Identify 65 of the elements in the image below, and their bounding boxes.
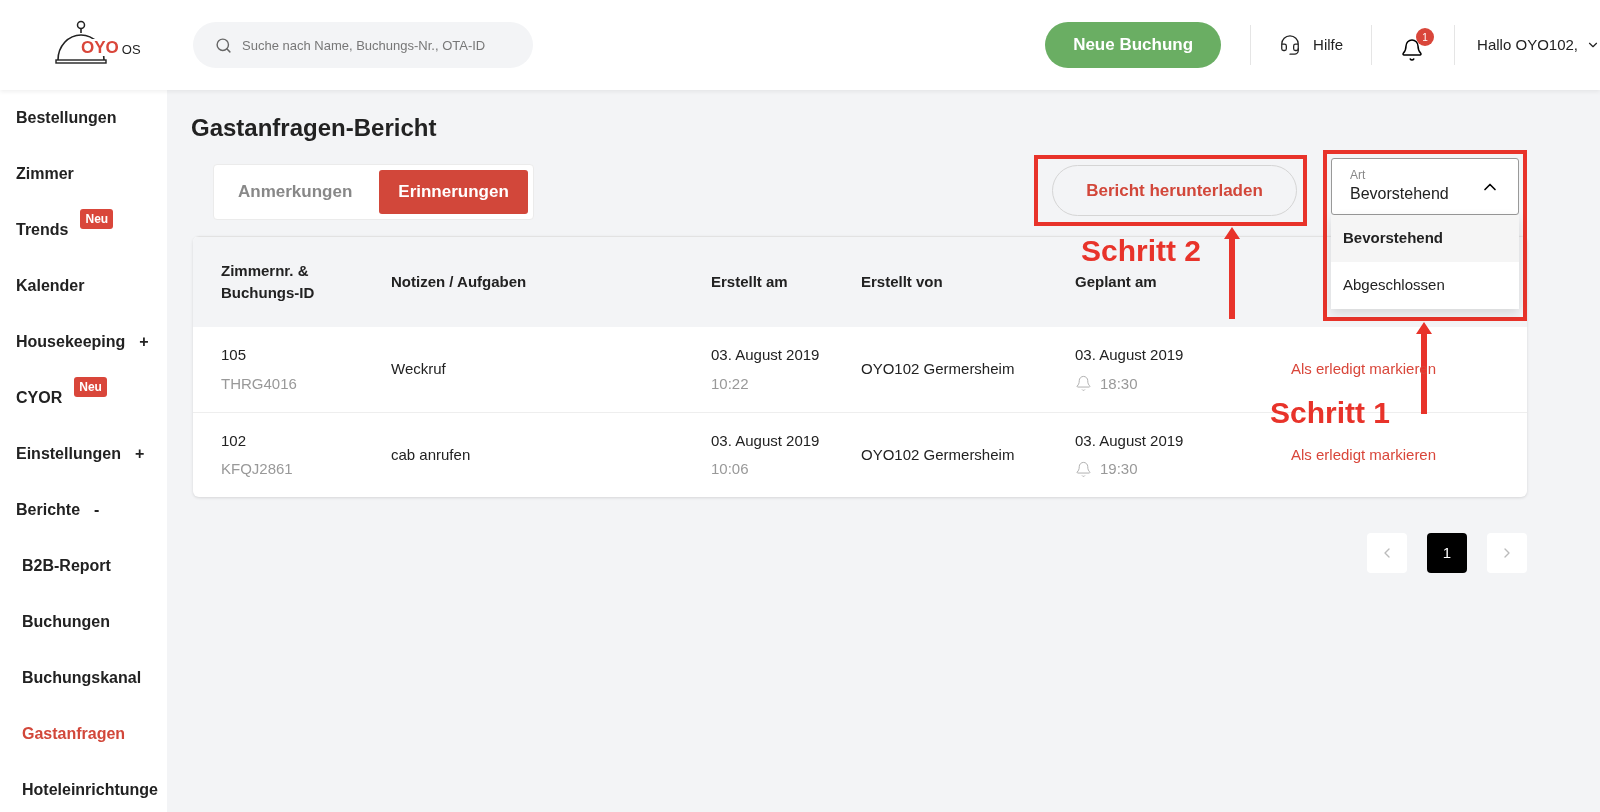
page-button[interactable]: 1 <box>1427 533 1467 573</box>
next-page-button[interactable] <box>1487 533 1527 573</box>
type-select[interactable]: Art Bevorstehend <box>1331 158 1519 215</box>
table-cell-text: 10:06 <box>711 459 750 479</box>
bell-icon <box>1400 38 1425 62</box>
table-cell-text: THRG4016 <box>221 373 298 394</box>
new-badge: Neu <box>74 377 107 397</box>
table-cell-text: OYO102 Germersheim <box>861 444 1016 465</box>
table-cell-text: 03. August 2019 <box>711 345 821 365</box>
table-cell-text: KFQJ2861 <box>221 459 294 479</box>
table-cell-text: OYO102 Germersheim <box>861 359 1016 380</box>
column-header: Erstellt von <box>861 271 944 292</box>
sidebar-item[interactable]: Hoteleinrichtunge <box>22 778 158 802</box>
user-menu[interactable]: Hallo OYO102, <box>1477 33 1600 57</box>
search-icon <box>215 37 232 54</box>
sidebar-item[interactable]: Zimmer <box>16 162 74 186</box>
logo[interactable]: OYO OS <box>55 20 141 70</box>
select-option[interactable]: Abgeschlossen <box>1331 262 1519 309</box>
bell-icon <box>1075 460 1092 478</box>
page-title: Gastanfragen-Bericht <box>191 113 438 143</box>
step-label: Schritt 2 <box>1081 233 1202 269</box>
sidebar-item[interactable]: Einstellungen <box>16 442 121 466</box>
notifications-button[interactable]: 1 <box>1396 28 1435 62</box>
sidebar-item[interactable]: Buchungskanal <box>22 666 142 690</box>
expand-toggle[interactable]: + <box>134 442 145 466</box>
sidebar-item[interactable]: Housekeeping <box>16 330 126 354</box>
notification-count: 1 <box>1416 28 1435 46</box>
sidebar-item[interactable]: B2B-Report <box>22 554 111 578</box>
column-header: Erstellt am <box>711 271 789 292</box>
select-label: Art <box>1350 167 1367 182</box>
logo-suffix: OS <box>121 43 141 56</box>
sidebar-item[interactable]: CYOR <box>16 386 63 410</box>
headset-icon <box>1279 34 1302 56</box>
table-cell-text: Weckruf <box>391 359 447 380</box>
previous-page-button[interactable] <box>1367 533 1407 573</box>
sidebar-item[interactable]: Bestellungen <box>16 106 117 130</box>
table-cell-text: 105 <box>221 345 248 365</box>
table-cell-text: 10:22 <box>711 373 750 394</box>
logo-text: OYO <box>80 39 120 56</box>
select-value: Bevorstehend <box>1350 183 1450 204</box>
step-label: Schritt 1 <box>1270 395 1391 431</box>
table-cell-text: 102 <box>221 430 248 451</box>
sidebar-item[interactable]: Berichte <box>16 498 81 522</box>
search-field[interactable]: Suche nach Name, Buchungs-Nr., OTA-ID <box>193 22 533 68</box>
tab[interactable]: Erinnerungen <box>379 170 528 214</box>
table-cell-text: 03. August 2019 <box>1075 345 1185 365</box>
column-header: Zimmernr. & Buchungs-ID <box>221 260 316 303</box>
expand-toggle[interactable]: + <box>139 330 149 354</box>
sidebar-item[interactable]: Gastanfragen <box>22 722 126 746</box>
table-cell-text: cab anrufen <box>391 444 472 465</box>
help-button[interactable]: Hilfe <box>1279 33 1344 57</box>
column-header: Notizen / Aufgaben <box>391 271 528 292</box>
bell-icon <box>1075 375 1092 393</box>
new-badge: Neu <box>80 209 114 229</box>
table-cell-text: 03. August 2019 <box>711 430 821 451</box>
sidebar-item[interactable]: Trends <box>16 218 69 242</box>
table-cell-text: 03. August 2019 <box>1075 430 1185 451</box>
expand-toggle[interactable]: - <box>94 498 100 522</box>
table-cell-text: 19:30 <box>1100 459 1138 479</box>
table-cell-text: 18:30 <box>1100 373 1138 394</box>
sidebar-item[interactable]: Kalender <box>16 274 85 298</box>
mark-done-link[interactable]: Als erledigt markieren <box>1291 443 1437 467</box>
select-option[interactable]: Bevorstehend <box>1331 215 1519 262</box>
sidebar-item[interactable]: Buchungen <box>22 610 110 634</box>
column-header: Geplant am <box>1075 271 1158 292</box>
